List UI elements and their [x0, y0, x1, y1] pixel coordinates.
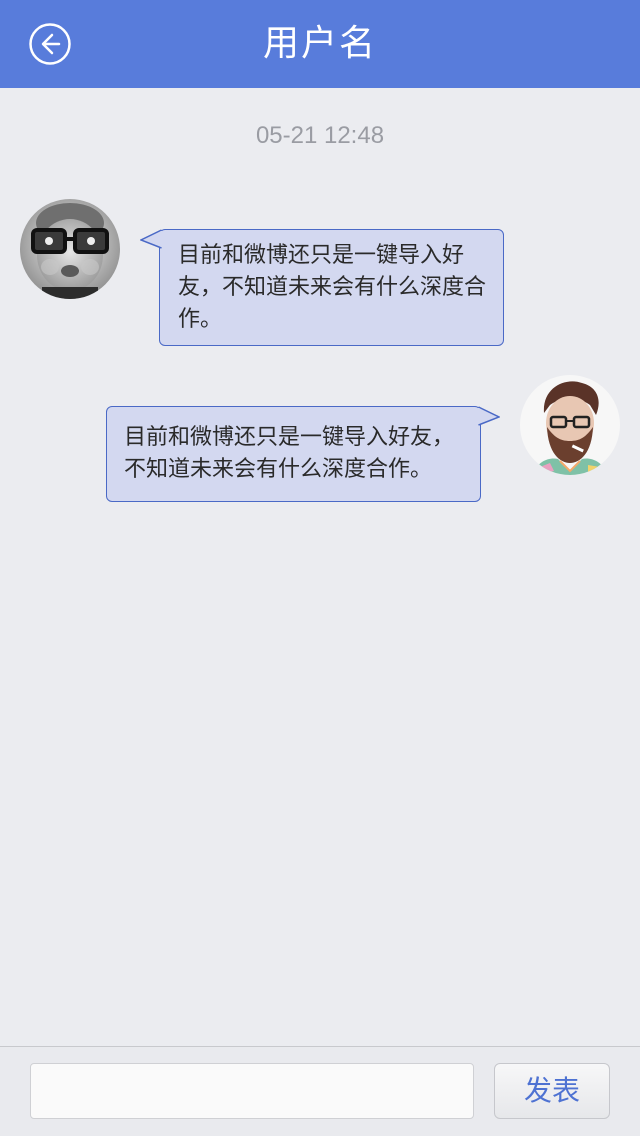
- message-input[interactable]: [30, 1063, 474, 1119]
- bubble-tail-icon: [478, 406, 500, 426]
- bearded-man-avatar-icon: [520, 375, 620, 475]
- avatar-self[interactable]: [520, 375, 620, 475]
- message-text: 目前和微博还只是一键导入好友，不知道未来会有什么深度合作。: [124, 425, 455, 482]
- message-bubble-received[interactable]: 目前和微博还只是一键导入好友，不知道未来会有什么深度合作。: [140, 229, 504, 346]
- top-bar: 用户名: [0, 0, 640, 88]
- message-timestamp: 05-21 12:48: [255, 122, 385, 149]
- composer-bar: 发表: [0, 1046, 640, 1136]
- send-button[interactable]: 发表: [494, 1063, 610, 1119]
- page-title: 用户名: [262, 23, 377, 64]
- message-text: 目前和微博还只是一键导入好友，不知道未来会有什么深度合作。: [178, 243, 487, 332]
- message-bubble-sent[interactable]: 目前和微博还只是一键导入好友，不知道未来会有什么深度合作。: [106, 406, 500, 502]
- bubble-tail-icon: [140, 229, 162, 249]
- boy-glasses-avatar-icon: [20, 199, 120, 299]
- avatar-contact[interactable]: [20, 199, 120, 299]
